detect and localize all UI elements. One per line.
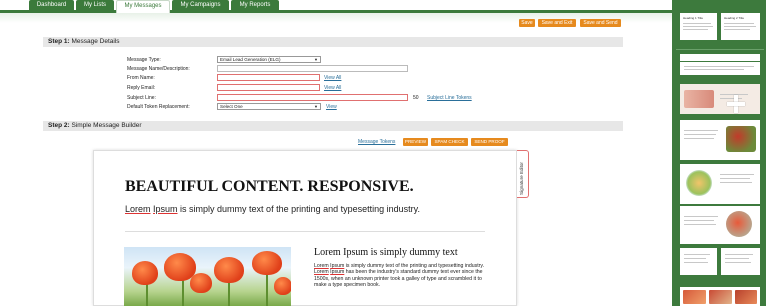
default-token-label: Default Token Replacement: [127, 104, 190, 110]
step1-header: Step 1: Message Details [43, 37, 623, 47]
top-navigation: Dashboard My Lists My Messages My Campai… [0, 0, 672, 13]
tab-my-messages[interactable]: My Messages [116, 0, 170, 13]
subject-char-count: 50 [413, 95, 419, 101]
card-text-1: is simply dummy text of the printing and… [344, 263, 485, 269]
template-thumb-column-right[interactable] [721, 248, 760, 275]
reply-email-input[interactable] [217, 84, 320, 91]
subject-line-tokens-link[interactable]: Subject Line Tokens [427, 95, 472, 101]
message-type-select[interactable]: Email Lead Generation (ELG) ▼ [217, 56, 321, 63]
template-thumb-column-left[interactable] [680, 248, 717, 275]
from-name-input[interactable] [217, 74, 320, 81]
sidebar-divider [676, 49, 764, 50]
preview-button[interactable]: PREVIEW [403, 138, 428, 146]
save-and-send-button[interactable]: Save and Send [580, 19, 621, 27]
send-proof-button[interactable]: SEND PROOF [471, 138, 508, 146]
template-thumb-gallery[interactable] [680, 287, 760, 306]
from-name-label: From Name: [127, 75, 155, 81]
reply-view-all-link[interactable]: View All [324, 85, 341, 91]
template-thumb-heading1[interactable]: Heading 1 Title [680, 13, 717, 40]
template-thumb-circle-right[interactable] [680, 206, 760, 244]
save-and-exit-button[interactable]: Save and Exit [538, 19, 576, 27]
template-thumb-image-right[interactable] [680, 120, 760, 160]
token-view-link[interactable]: View [326, 104, 337, 110]
subject-line-input[interactable] [217, 94, 408, 101]
step1-title: Message Details [71, 38, 120, 45]
save-button[interactable]: Save [519, 19, 535, 27]
tab-dashboard[interactable]: Dashboard [29, 0, 74, 11]
step2-number: Step 2: [48, 122, 70, 129]
tab-my-lists[interactable]: My Lists [76, 0, 114, 11]
reply-email-label: Reply Email: [127, 85, 156, 91]
card-body[interactable]: Lorem Ipsum is simply dummy text of the … [314, 263, 489, 289]
card-word-2: Ipsum [330, 263, 345, 269]
signature-editor-label: Signature Editor [519, 162, 524, 195]
tab-my-campaigns[interactable]: My Campaigns [172, 0, 229, 11]
email-subheading[interactable]: Lorem Ipsum is simply dummy text of the … [125, 204, 420, 214]
signature-editor-tab[interactable]: Signature Editor [517, 150, 529, 198]
default-token-value: Select One [220, 104, 243, 109]
thumb2-title: Heading 2 Title [724, 16, 745, 20]
card-word-1: Lorem [314, 263, 329, 269]
message-tokens-link[interactable]: Message Tokens [358, 139, 395, 145]
template-thumb-text[interactable] [680, 62, 760, 75]
subhead-word-1: Lorem [125, 204, 151, 214]
from-view-all-link[interactable]: View All [324, 75, 341, 81]
add-block-icon[interactable] [727, 95, 745, 113]
content-divider [125, 231, 485, 232]
template-thumb-spacer[interactable] [680, 54, 760, 61]
message-name-input[interactable] [217, 65, 408, 72]
default-token-select[interactable]: Select One ▼ [217, 103, 321, 110]
message-type-label: Message Type: [127, 57, 161, 63]
spam-check-button[interactable]: SPAM CHECK [431, 138, 468, 146]
template-thumb-image-left[interactable] [680, 164, 760, 204]
message-name-label: Message Name/Description: [127, 66, 190, 72]
subhead-text: is simply dummy text of the printing and… [177, 204, 420, 214]
card-word-3: Lorem [314, 269, 329, 276]
step2-title: Simple Message Builder [71, 122, 142, 129]
card-word-4: Ipsum [330, 269, 345, 276]
step1-number: Step 1: [48, 38, 70, 45]
chevron-down-icon: ▼ [314, 104, 318, 109]
card-title[interactable]: Lorem Ipsum is simply dummy text [314, 247, 458, 258]
chevron-down-icon: ▼ [314, 57, 318, 62]
thumb1-title: Heading 1 Title [683, 16, 704, 20]
subhead-word-2: Ipsum [153, 204, 178, 214]
template-thumb-heading2[interactable]: Heading 2 Title [721, 13, 760, 40]
subject-line-label: Subject Line: [127, 95, 156, 101]
tab-my-reports[interactable]: My Reports [231, 0, 279, 11]
message-type-value: Email Lead Generation (ELG) [220, 57, 281, 62]
email-headline[interactable]: BEAUTIFUL CONTENT. RESPONSIVE. [125, 178, 414, 196]
tulip-image[interactable] [124, 247, 291, 306]
template-thumb-banner[interactable] [680, 84, 760, 114]
step2-header: Step 2: Simple Message Builder [43, 121, 623, 131]
